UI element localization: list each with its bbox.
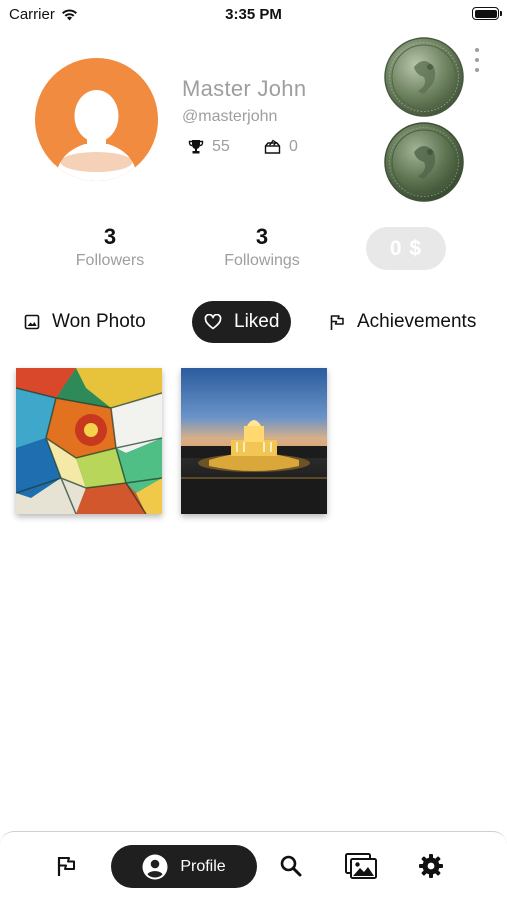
liked-photo-fountain[interactable] — [181, 368, 327, 514]
followers-label: Followers — [75, 252, 145, 269]
heart-icon — [204, 314, 222, 330]
profile-handle: @masterjohn — [182, 108, 278, 125]
mosaic-photo — [16, 368, 162, 514]
tab-liked[interactable]: Liked — [192, 301, 292, 343]
search-icon — [280, 855, 302, 877]
ballot-box-icon — [264, 139, 281, 154]
votes-stat: 0 — [264, 138, 298, 156]
votes-count: 0 — [289, 138, 298, 155]
nav-settings[interactable] — [413, 848, 449, 884]
followers-count[interactable]: 3 Followers — [50, 224, 170, 270]
profile-icon — [142, 854, 168, 879]
nav-profile-label: Profile — [180, 857, 226, 875]
nav-search[interactable] — [273, 848, 309, 884]
coin-badge-2[interactable] — [384, 122, 464, 202]
balance-badge[interactable]: 0 $ — [366, 227, 446, 270]
coin-icon — [384, 37, 464, 117]
tab-won-photo-label: Won Photo — [52, 311, 146, 332]
person-silhouette-icon — [55, 90, 138, 181]
gallery-icon — [345, 853, 377, 879]
tab-won-photo[interactable]: Won Photo — [24, 301, 146, 343]
followings-count[interactable]: 3 Followings — [202, 224, 322, 270]
image-icon — [24, 314, 40, 330]
trophy-icon — [188, 140, 204, 154]
flag-icon — [57, 857, 75, 876]
coin-badge-1[interactable] — [384, 37, 464, 117]
trophy-stat: 55 — [188, 138, 230, 156]
followings-value: 3 — [255, 224, 269, 249]
tab-achievements-label: Achievements — [357, 311, 477, 332]
clock: 3:35 PM — [225, 6, 282, 23]
nav-flag[interactable] — [48, 848, 84, 884]
battery-icon — [472, 7, 502, 20]
trophy-count: 55 — [212, 138, 230, 155]
nav-profile[interactable]: Profile — [111, 845, 257, 888]
gear-icon — [419, 854, 443, 878]
coin-icon — [384, 122, 464, 202]
avatar[interactable] — [35, 58, 158, 181]
followers-value: 3 — [103, 224, 117, 249]
fountain-photo — [181, 368, 327, 514]
status-bar: Carrier 3:35 PM — [0, 0, 507, 30]
profile-name: Master John — [182, 76, 307, 101]
followings-label: Followings — [224, 252, 300, 269]
tab-liked-label: Liked — [234, 311, 280, 332]
nav-gallery[interactable] — [343, 848, 379, 884]
tab-achievements[interactable]: Achievements — [329, 301, 476, 343]
flag-icon — [330, 314, 344, 330]
bottom-nav: Profile — [0, 831, 507, 900]
more-options-icon[interactable] — [470, 48, 484, 72]
liked-photo-mosaic[interactable] — [16, 368, 162, 514]
